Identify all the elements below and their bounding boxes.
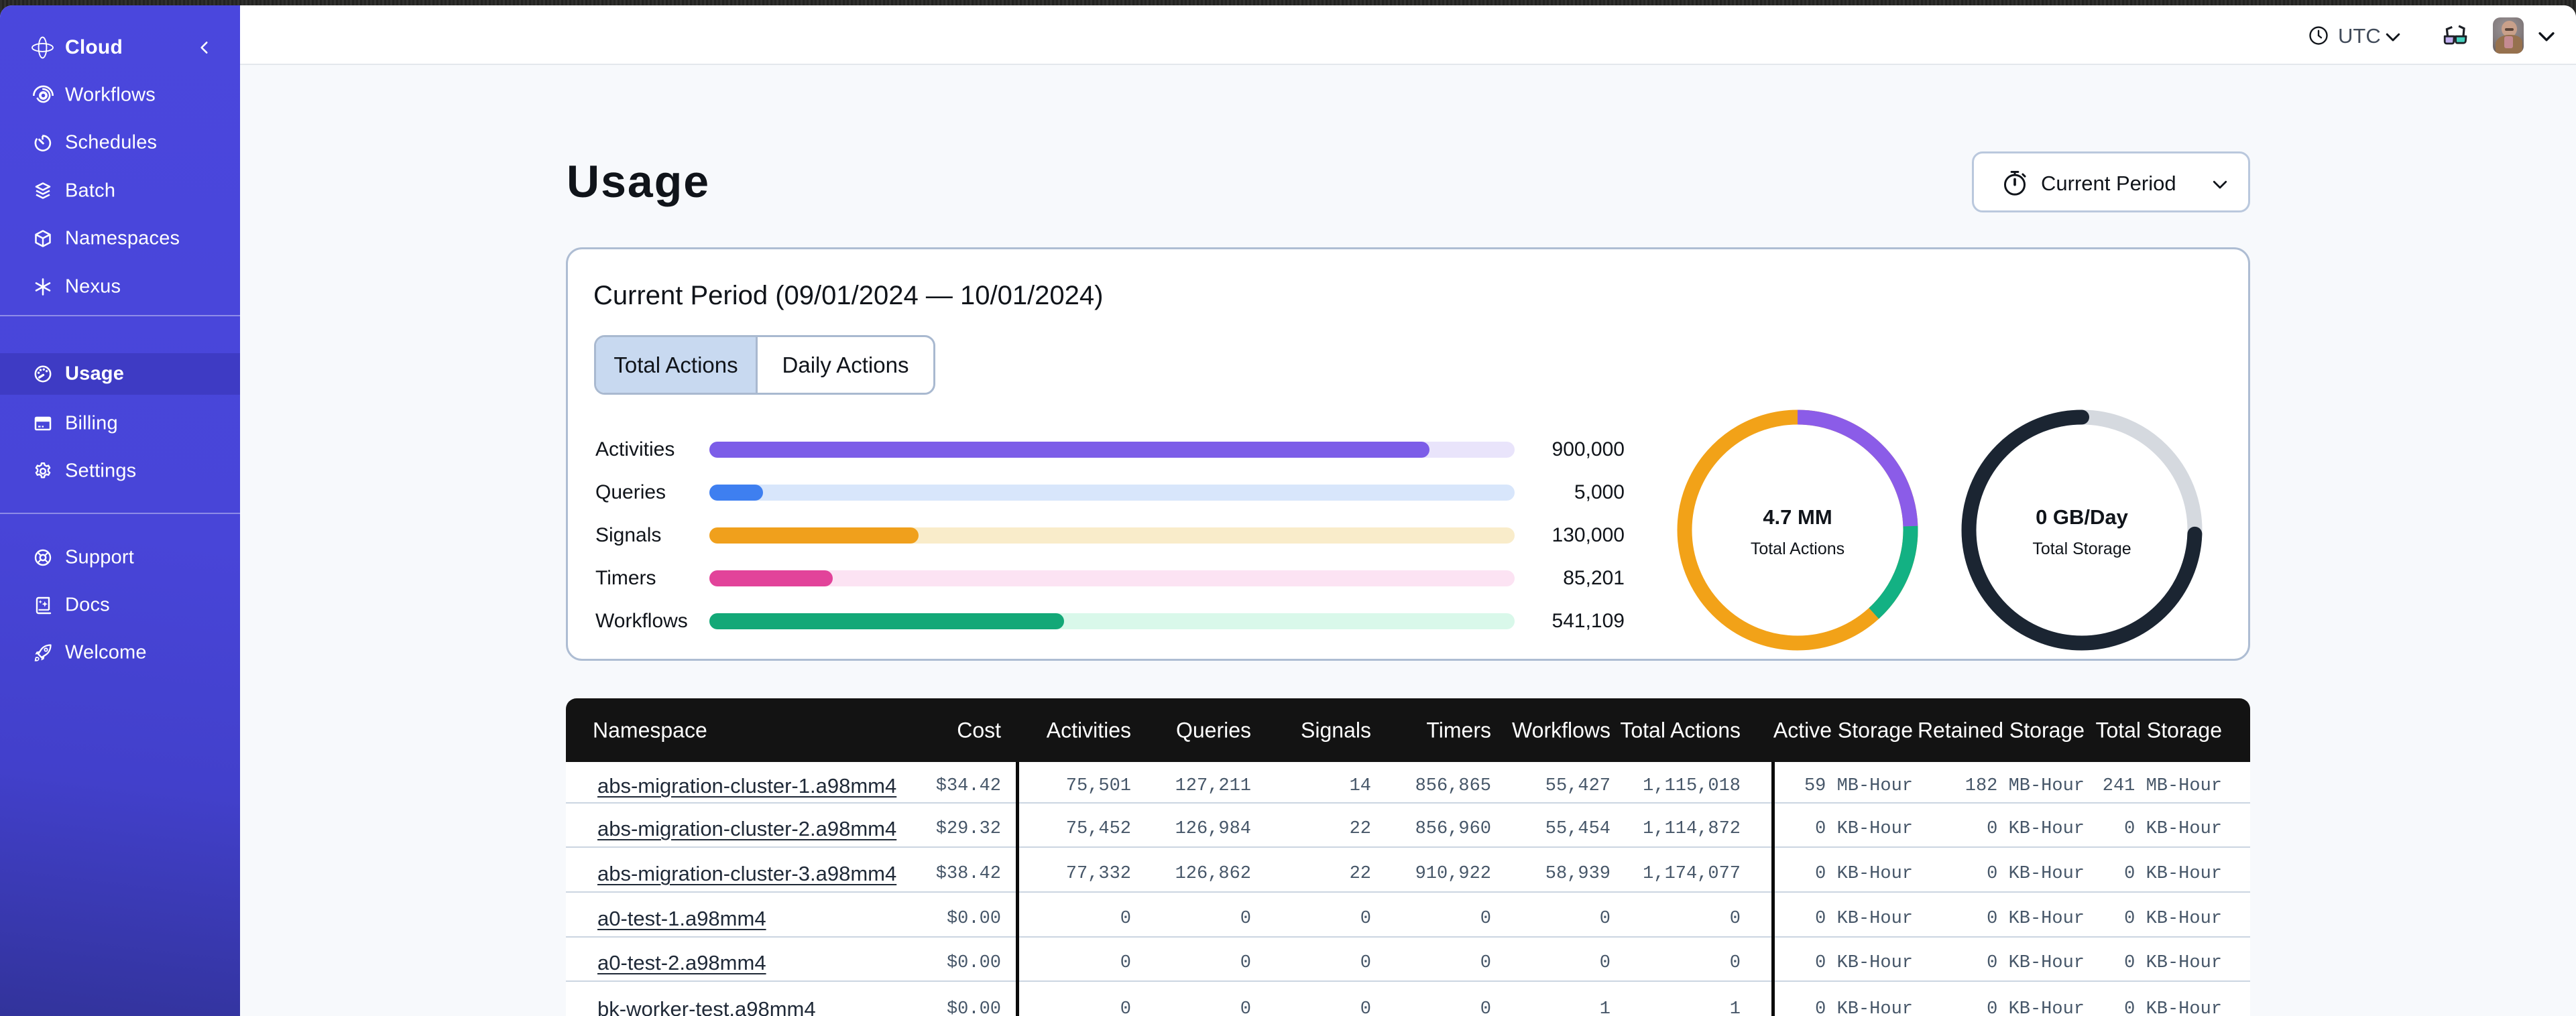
svg-text:Total Actions: Total Actions [1751,539,1845,558]
svg-text:4.7 MM: 4.7 MM [1763,505,1832,529]
svg-text:0 GB/Day: 0 GB/Day [2036,505,2129,529]
svg-text:Total Storage: Total Storage [2032,539,2131,558]
